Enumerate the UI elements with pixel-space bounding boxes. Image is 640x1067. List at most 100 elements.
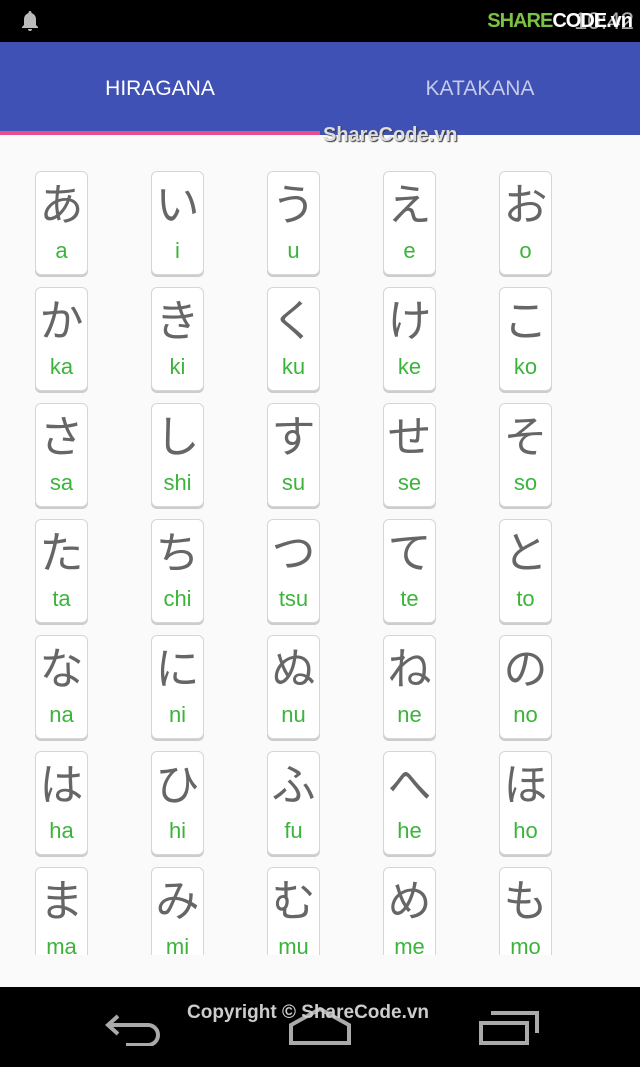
kana-card[interactable]: さ sa xyxy=(35,403,88,507)
kana-card[interactable]: いi xyxy=(151,171,204,275)
copyright-text: Copyright © ShareCode.vn xyxy=(187,1002,430,1023)
kana-character: め xyxy=(387,876,432,927)
kana-card[interactable]: ね ne xyxy=(383,635,436,739)
kana-character: は xyxy=(39,760,84,811)
kana-card[interactable]: そ so xyxy=(499,403,552,507)
kana-character: に xyxy=(155,644,200,695)
back-icon[interactable] xyxy=(104,1012,162,1046)
kana-character: す xyxy=(271,412,316,463)
romaji-label: sa xyxy=(49,470,74,495)
romaji-label: tsu xyxy=(278,586,309,611)
kana-character: せ xyxy=(387,412,432,463)
romaji-label: shi xyxy=(163,470,192,495)
romaji-label: su xyxy=(281,470,306,495)
kana-character: ち xyxy=(155,528,200,579)
kana-card[interactable]: へ he xyxy=(383,751,436,855)
watermark-logo: SHARECODE.vn xyxy=(487,10,633,33)
kana-card[interactable]: め me xyxy=(383,867,436,955)
kana-card[interactable]: み mi xyxy=(151,867,204,955)
kana-card[interactable]: あa xyxy=(35,171,88,275)
kana-character: へ xyxy=(387,760,432,811)
romaji-label: no xyxy=(513,702,538,727)
kana-card[interactable]: こ ko xyxy=(499,287,552,391)
kana-character: そ xyxy=(503,412,548,463)
romaji-label: mu xyxy=(278,934,309,955)
romaji-label: a xyxy=(55,238,68,263)
kana-card[interactable]: す su xyxy=(267,403,320,507)
kana-character: と xyxy=(503,528,548,579)
kana-card[interactable]: うu xyxy=(267,171,320,275)
romaji-label: he xyxy=(397,818,422,843)
romaji-label: i xyxy=(175,238,180,263)
kana-character: こ xyxy=(503,296,548,347)
romaji-label: so xyxy=(513,470,538,495)
romaji-label: na xyxy=(49,702,74,727)
romaji-label: mo xyxy=(510,934,541,955)
kana-card[interactable]: む mu xyxy=(267,867,320,955)
romaji-label: me xyxy=(394,934,425,955)
tab-bar: HIRAGANA KATAKANA ShareCode.vn xyxy=(0,42,640,146)
kana-card[interactable]: の no xyxy=(499,635,552,739)
kana-card[interactable]: に ni xyxy=(151,635,204,739)
romaji-label: mi xyxy=(165,934,190,955)
kana-character: む xyxy=(271,876,316,927)
romaji-label: te xyxy=(400,586,419,611)
kana-character: ふ xyxy=(271,760,316,811)
tab-hiragana[interactable]: HIRAGANA xyxy=(0,42,320,135)
romaji-label: ta xyxy=(52,586,71,611)
romaji-label: o xyxy=(519,238,532,263)
kana-card[interactable]: えe xyxy=(383,171,436,275)
kana-card[interactable]: おo xyxy=(499,171,552,275)
kana-character: し xyxy=(155,412,200,463)
tab-katakana[interactable]: KATAKANA xyxy=(320,42,640,135)
kana-card[interactable]: な na xyxy=(35,635,88,739)
romaji-label: fu xyxy=(284,818,303,843)
romaji-label: ko xyxy=(513,354,538,379)
kana-character: も xyxy=(503,876,548,927)
romaji-label: e xyxy=(403,238,416,263)
kana-card[interactable]: ほ ho xyxy=(499,751,552,855)
kana-character: お xyxy=(503,180,548,231)
kana-card[interactable]: せ se xyxy=(383,403,436,507)
romaji-label: ma xyxy=(46,934,77,955)
kana-card[interactable]: た ta xyxy=(35,519,88,623)
kana-card[interactable]: ま ma xyxy=(35,867,88,955)
kana-character: く xyxy=(271,296,316,347)
romaji-label: to xyxy=(516,586,535,611)
kana-card[interactable]: ち chi xyxy=(151,519,204,623)
kana-card[interactable]: か ka xyxy=(35,287,88,391)
kana-character: た xyxy=(39,528,84,579)
romaji-label: se xyxy=(397,470,422,495)
kana-grid: あ a い i う u え e お o か ka き ki く ku け ke こ ko さ sa し shi す su せ se そ s… xyxy=(0,135,640,955)
kana-card[interactable]: も mo xyxy=(499,867,552,955)
romaji-label: chi xyxy=(163,586,192,611)
kana-character: ほ xyxy=(503,760,548,811)
kana-card[interactable]: と to xyxy=(499,519,552,623)
kana-character: ね xyxy=(387,644,432,695)
romaji-label: u xyxy=(287,238,300,263)
kana-character: え xyxy=(387,180,432,231)
kana-character: み xyxy=(155,876,200,927)
kana-card[interactable]: て te xyxy=(383,519,436,623)
recent-apps-icon[interactable] xyxy=(479,1011,539,1045)
kana-card[interactable]: ぬ nu xyxy=(267,635,320,739)
romaji-label: ho xyxy=(513,818,538,843)
kana-card[interactable]: は ha xyxy=(35,751,88,855)
kana-character: つ xyxy=(271,528,316,579)
kana-card[interactable]: ふ fu xyxy=(267,751,320,855)
romaji-label: ka xyxy=(49,354,74,379)
kana-character: か xyxy=(39,296,84,347)
kana-card[interactable]: つ tsu xyxy=(267,519,320,623)
kana-character: き xyxy=(155,296,200,347)
kana-card[interactable]: き ki xyxy=(151,287,204,391)
kana-character: ま xyxy=(39,876,84,927)
kana-card[interactable]: ひ hi xyxy=(151,751,204,855)
romaji-label: ku xyxy=(281,354,306,379)
kana-card[interactable]: し shi xyxy=(151,403,204,507)
kana-character: う xyxy=(271,180,316,231)
kana-character: な xyxy=(39,644,84,695)
romaji-label: nu xyxy=(281,702,306,727)
kana-card[interactable]: く ku xyxy=(267,287,320,391)
romaji-label: ne xyxy=(397,702,422,727)
kana-card[interactable]: け ke xyxy=(383,287,436,391)
